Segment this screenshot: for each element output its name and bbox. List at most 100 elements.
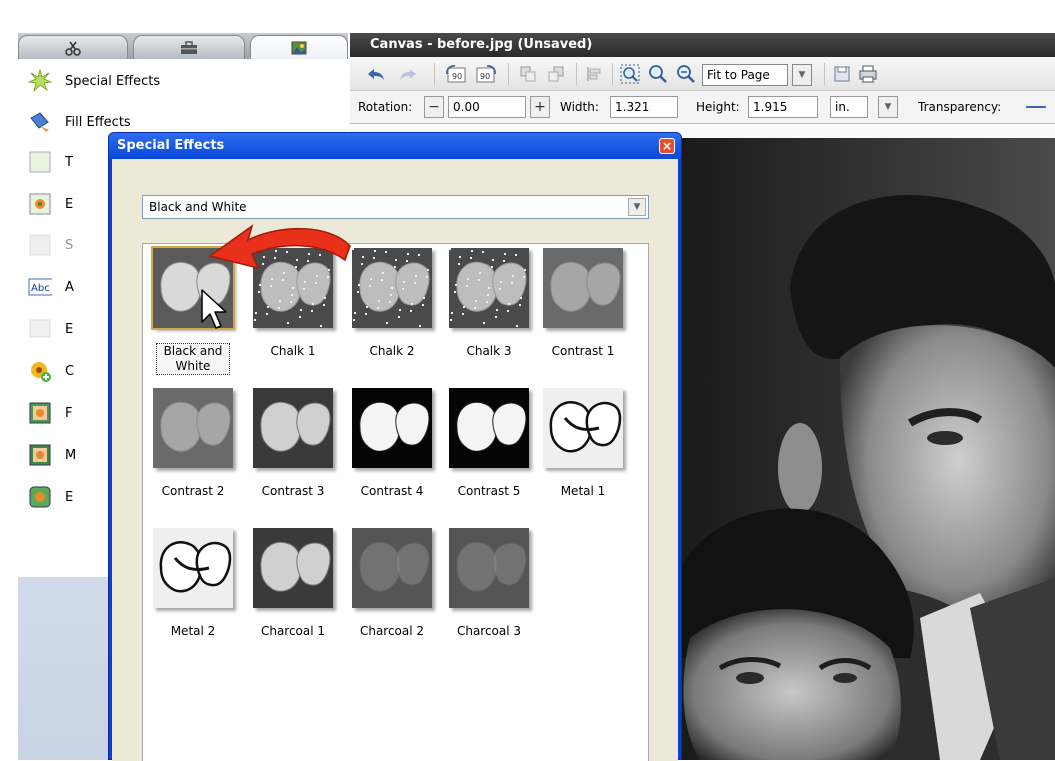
canvas-title: Canvas - before.jpg (Unsaved) [350,33,1055,57]
effect-label[interactable]: Contrast 1 [533,344,633,359]
redo-icon[interactable] [396,62,420,86]
effect-thumbnail[interactable] [543,388,623,468]
effect-label[interactable]: Charcoal 1 [243,624,343,639]
effect-label[interactable]: Contrast 3 [243,484,343,499]
zoom-select-dropdown[interactable]: ▼ [792,64,812,86]
paint-bucket-icon [28,110,52,134]
effect-thumbnail[interactable] [449,248,529,328]
effect-category-select[interactable]: Black and White ▼ [142,195,649,219]
bring-forward-icon[interactable] [516,62,540,86]
transparency-slider[interactable] [1026,106,1046,108]
effect-label[interactable]: Chalk 2 [342,344,442,359]
effect-thumbnail[interactable] [253,388,333,468]
effect-thumbnail[interactable] [153,388,233,468]
blank-page-icon [28,150,52,174]
special-effects-dialog: Special Effects × Black and White ▼ Blac… [108,132,682,761]
undo-icon[interactable] [364,62,388,86]
effect-label[interactable]: Metal 1 [533,484,633,499]
toolbox-icon [181,40,197,54]
sidebar-item-label: E [65,196,74,212]
scissors-icon [65,41,81,56]
effect-thumbnail[interactable] [253,528,333,608]
effect-label[interactable]: Charcoal 2 [342,624,442,639]
sidebar-tabs [18,33,348,59]
rotation-input[interactable]: 0.00 [448,96,526,118]
effect-category-value: Black and White [149,200,247,214]
canvas-photo [680,138,1055,760]
zoom-fit-icon[interactable] [618,62,642,86]
sidebar-item-label: E [65,489,74,505]
mask-icon [28,443,52,467]
rotation-increment[interactable]: + [530,96,550,118]
print-icon[interactable] [856,62,880,86]
effect-label[interactable]: Contrast 2 [143,484,243,499]
dialog-title: Special Effects [109,133,681,159]
sidebar-item-special-effects[interactable]: Special Effects [18,61,348,101]
close-icon[interactable]: × [659,138,675,154]
svg-text:Abc: Abc [31,283,50,294]
chevron-down-icon[interactable]: ▼ [878,96,898,118]
svg-text:90: 90 [452,72,462,81]
toolbar-separator [576,63,577,85]
flower-add-icon [28,359,52,383]
rotation-decrement[interactable]: − [424,96,444,118]
dialog-body: Black and White ▼ Black and White Chalk 1… [112,159,678,761]
effect-thumbnail[interactable] [352,388,432,468]
chevron-down-icon[interactable]: ▼ [628,198,646,216]
sidebar-item-label: T [65,154,73,170]
tab-toolbox[interactable] [133,35,245,59]
sidebar-item-label: A [65,279,74,295]
abc-text-icon: Abc [28,275,52,299]
effect-label[interactable]: Contrast 5 [439,484,539,499]
effect-thumbnail[interactable] [153,528,233,608]
toolbar-separator [612,63,613,85]
zoom-select-value: Fit to Page [707,68,770,82]
disabled-edit-icon [28,317,52,341]
sidebar-item-label: Fill Effects [65,114,131,130]
flower-frame-icon [28,192,52,216]
rotate-right-icon[interactable]: 90 [474,62,498,86]
toolbar-separator [508,63,509,85]
unit-select[interactable]: in. [830,96,868,118]
effect-label[interactable]: Contrast 4 [342,484,442,499]
effect-thumbnail[interactable] [352,248,432,328]
effect-thumbnail[interactable] [543,248,623,328]
height-label: Height: [696,100,740,114]
send-backward-icon[interactable] [544,62,568,86]
effect-label[interactable]: Charcoal 3 [439,624,539,639]
sidebar-item-label: S [65,237,74,253]
tab-image[interactable] [250,35,348,59]
edge-icon [28,485,52,509]
effect-thumbnail[interactable] [352,528,432,608]
save-icon[interactable] [830,62,854,86]
height-input[interactable]: 1.915 [748,96,818,118]
effect-thumbnail[interactable] [449,528,529,608]
effect-thumbnail[interactable] [449,388,529,468]
frame-icon [28,401,52,425]
toolbar-separator [434,63,435,85]
starburst-icon [28,69,52,93]
effect-label[interactable]: Metal 2 [143,624,243,639]
mouse-cursor-icon [201,289,227,329]
zoom-in-icon[interactable] [646,62,670,86]
rotate-left-icon[interactable]: 90 [444,62,468,86]
zoom-select[interactable]: Fit to Page [702,64,788,86]
effect-label[interactable]: Chalk 3 [439,344,539,359]
sidebar-item-label: F [65,405,73,421]
width-input[interactable]: 1.321 [610,96,678,118]
tab-tools[interactable] [18,35,128,59]
svg-text:90: 90 [480,72,490,81]
rotation-label: Rotation: [358,100,413,114]
transparency-label: Transparency: [918,100,1002,114]
align-icon[interactable] [582,62,606,86]
red-arrow-annotation [208,224,351,270]
chevron-down-icon: ▼ [793,65,811,85]
sidebar-item-label: Special Effects [65,73,161,89]
effect-label[interactable]: Chalk 1 [243,344,343,359]
sidebar-item-label: C [65,363,75,379]
sidebar-item-label: M [65,447,77,463]
effect-label[interactable]: Black and White [156,343,230,375]
zoom-out-icon[interactable] [674,62,698,86]
width-label: Width: [560,100,599,114]
sidebar-item-label: E [65,321,74,337]
